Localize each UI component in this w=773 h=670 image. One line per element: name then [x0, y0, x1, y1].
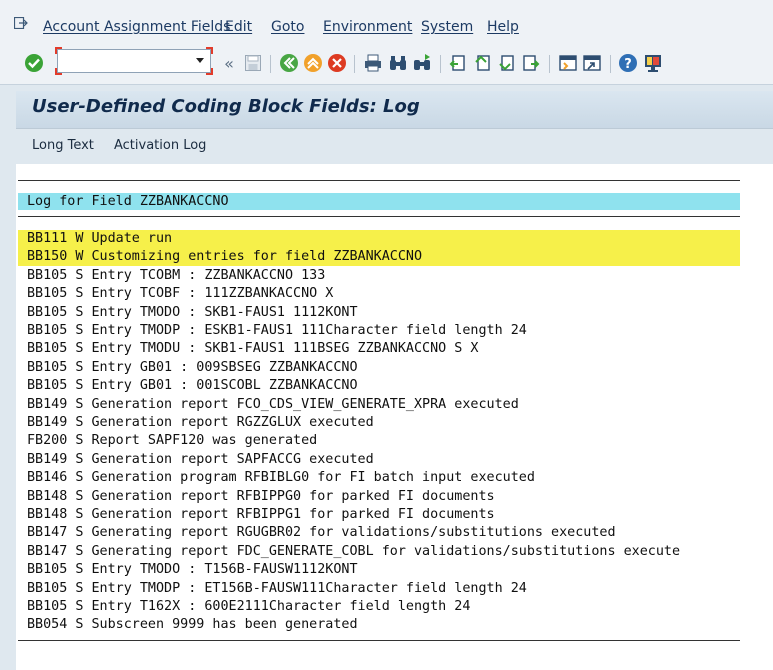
divider [18, 216, 740, 217]
print-icon[interactable] [363, 53, 383, 73]
log-line: BB105 S Entry TMODO : SKB1-FAUS1 1112KON… [27, 304, 358, 320]
log-line: BB054 S Subscreen 9999 has been generate… [27, 617, 358, 633]
green-back-icon[interactable] [279, 53, 299, 73]
menu-account-assignment-fields[interactable]: Account Assignment Fields [43, 19, 230, 35]
menu-exit-icon[interactable] [14, 17, 28, 29]
page-title: User-Defined Coding Block Fields: Log [32, 96, 420, 117]
log-line: BB148 S Generation report RFBIPPG1 for p… [27, 507, 495, 522]
log-line: BB105 S Entry TMODO : T156B-FAUSW1112KON… [27, 562, 358, 578]
log-line: BB105 S Entry GB01 : 001SCOBL ZZBANKACCN… [27, 378, 358, 394]
application-toolbar: Long Text Activation Log [16, 128, 773, 165]
focus-corner [206, 68, 213, 75]
log-line: BB147 S Generating report FDC_GENERATE_C… [27, 543, 681, 559]
new-session-icon[interactable] [558, 53, 578, 73]
toolbar-separator [270, 55, 271, 73]
next-page-icon[interactable] [497, 53, 517, 73]
log-line: BB105 S Entry TMODP : ET156B-FAUSW111Cha… [27, 580, 527, 596]
cancel-icon[interactable] [327, 53, 347, 73]
log-line: BB149 S Generation report FCO_CDS_VIEW_G… [27, 396, 519, 412]
chevron-down-icon[interactable] [196, 58, 204, 63]
title-bar: User-Defined Coding Block Fields: Log [16, 91, 773, 128]
customize-layout-icon[interactable] [643, 53, 663, 73]
shortcut-icon[interactable] [582, 53, 602, 73]
log-line: BB147 S Generating report RGUGBR02 for v… [27, 525, 616, 541]
standard-toolbar: « ? [0, 44, 773, 85]
menu-environment[interactable]: Environment [323, 19, 412, 35]
last-page-icon[interactable] [521, 53, 541, 73]
menu-bar: Account Assignment Fields Edit Goto Envi… [0, 0, 773, 44]
focus-corner [55, 47, 62, 54]
log-header: Log for Field ZZBANKACCNO [27, 193, 229, 209]
command-input[interactable] [62, 51, 194, 73]
exit-icon[interactable] [303, 53, 323, 73]
log-line: BB105 S Entry T162X : 600E2111Character … [27, 599, 471, 614]
first-page-icon[interactable] [448, 53, 468, 73]
activation-log-button[interactable]: Activation Log [114, 138, 206, 153]
log-list: Log for Field ZZBANKACCNO BB111 W Update… [16, 164, 773, 670]
menu-system[interactable]: System [421, 19, 473, 35]
toolbar-separator [610, 55, 611, 73]
menu-edit[interactable]: Edit [225, 19, 252, 35]
save-icon[interactable] [243, 53, 263, 73]
menu-help[interactable]: Help [487, 19, 519, 35]
find-icon[interactable] [388, 53, 408, 73]
log-line: BB105 S Entry TMODP : ESKB1-FAUS1 111Cha… [27, 323, 527, 338]
focus-corner [55, 68, 62, 75]
log-line: BB105 S Entry GB01 : 009SBSEG ZZBANKACCN… [27, 359, 358, 375]
log-line: BB146 S Generation program RFBIBLG0 for … [27, 470, 535, 486]
divider [18, 180, 740, 181]
long-text-button[interactable]: Long Text [32, 138, 94, 153]
toolbar-separator [354, 55, 355, 73]
menu-goto[interactable]: Goto [271, 19, 304, 35]
toolbar-separator [440, 55, 441, 73]
command-field[interactable] [55, 47, 213, 75]
focus-corner [206, 47, 213, 54]
log-line: BB105 S Entry TCOBM : ZZBANKACCNO 133 [27, 267, 326, 283]
check-icon[interactable] [24, 53, 44, 73]
divider [18, 640, 740, 641]
log-line: BB111 W Update run [27, 231, 173, 246]
log-line: BB150 W Customizing entries for field ZZ… [27, 249, 423, 265]
log-line: BB149 S Generation report SAPFACCG execu… [27, 451, 374, 467]
log-line: BB148 S Generation report RFBIPPG0 for p… [27, 488, 495, 504]
log-line: BB149 S Generation report RGZZGLUX execu… [27, 415, 374, 430]
find-next-icon[interactable] [412, 53, 432, 73]
log-line: BB105 S Entry TMODU : SKB1-FAUS1 111BSEG… [27, 341, 479, 357]
help-icon[interactable]: ? [618, 53, 638, 73]
back-icon[interactable]: « [219, 53, 239, 73]
toolbar-separator [549, 55, 550, 73]
log-line: BB105 S Entry TCOBF : 111ZZBANKACCNO X [27, 286, 334, 302]
log-line: FB200 S Report SAPF120 was generated [27, 433, 318, 449]
prev-page-icon[interactable] [473, 53, 493, 73]
svg-text:?: ? [624, 57, 632, 72]
